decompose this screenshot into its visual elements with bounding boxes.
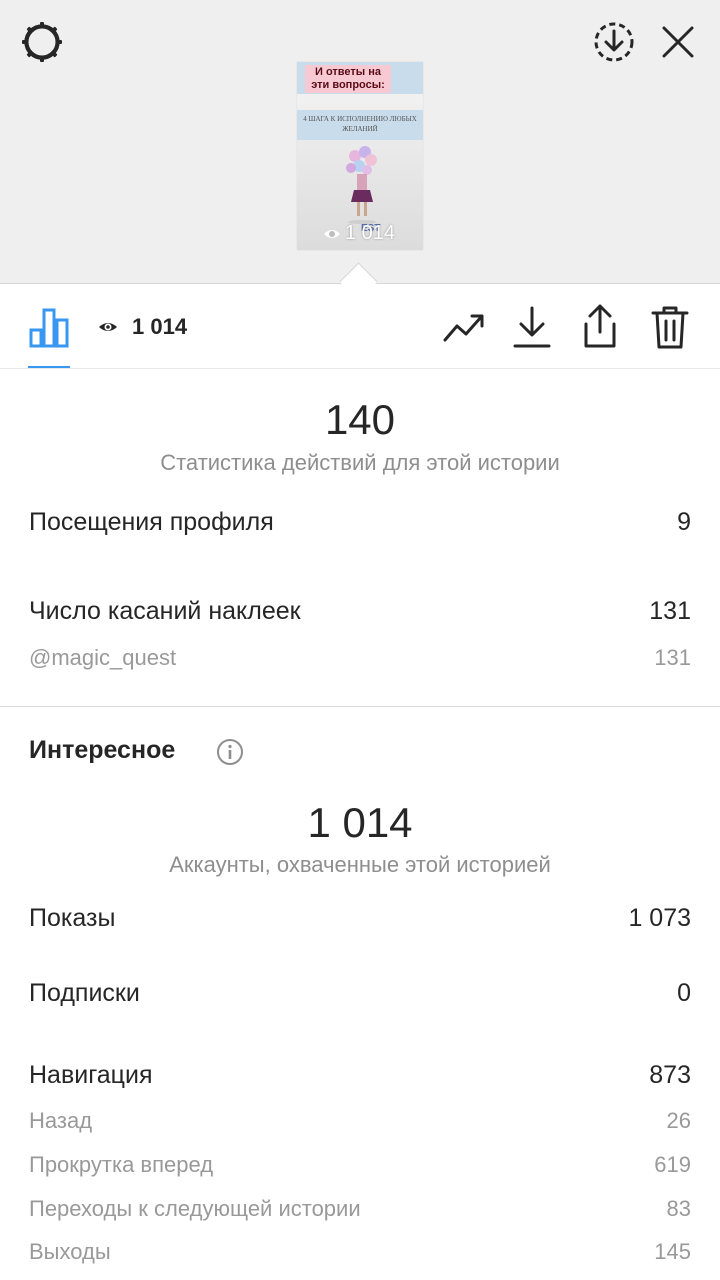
profile-visits-label: Посещения профиля bbox=[29, 508, 274, 536]
active-tab-indicator bbox=[28, 366, 70, 368]
save-download-icon[interactable] bbox=[590, 18, 638, 66]
navigation-next-story-row: Переходы к следующей истории 83 bbox=[29, 1196, 691, 1222]
navigation-next-story-label: Переходы к следующей истории bbox=[29, 1196, 361, 1221]
navigation-label: Навигация bbox=[29, 1061, 153, 1089]
navigation-forward-value: 619 bbox=[654, 1152, 691, 1177]
sticker-taps-value: 131 bbox=[649, 597, 691, 625]
reach-caption: Аккаунты, охваченные этой историей bbox=[169, 852, 551, 877]
navigation-forward-label: Прокрутка вперед bbox=[29, 1152, 214, 1177]
profile-visits-value: 9 bbox=[677, 508, 691, 536]
sticker-mention-value: 131 bbox=[654, 645, 691, 670]
eye-icon bbox=[324, 229, 340, 238]
share-icon[interactable] bbox=[580, 302, 620, 350]
viewers-count: 1 014 bbox=[132, 314, 188, 339]
actions-caption: Статистика действий для этой истории bbox=[160, 450, 560, 475]
info-icon[interactable] bbox=[216, 738, 244, 766]
navigation-exits-row: Выходы 145 bbox=[29, 1239, 691, 1265]
balloon-girl-illustration bbox=[346, 146, 377, 224]
close-icon[interactable] bbox=[656, 18, 700, 66]
navigation-value: 873 bbox=[649, 1061, 691, 1089]
follows-value: 0 bbox=[677, 979, 691, 1007]
download-icon[interactable] bbox=[512, 304, 552, 350]
profile-visits-row: Посещения профиля 9 bbox=[29, 508, 691, 537]
reach-total: 1 014 bbox=[307, 799, 413, 846]
story-thumbnail[interactable]: И ответы на эти вопросы: 4 ШАГА К ИСПОЛН… bbox=[297, 62, 423, 250]
sticker-taps-row: Число касаний наклеек 131 bbox=[29, 597, 691, 626]
impressions-label: Показы bbox=[29, 904, 116, 932]
navigation-back-label: Назад bbox=[29, 1108, 93, 1133]
thumbnail-title: И ответы на эти вопросы: bbox=[305, 65, 391, 93]
delete-trash-icon[interactable] bbox=[650, 304, 690, 350]
impressions-value: 1 073 bbox=[628, 904, 691, 932]
promote-trend-icon[interactable] bbox=[442, 306, 486, 350]
sticker-mention-label: @magic_quest bbox=[29, 645, 177, 670]
follows-row: Подписки 0 bbox=[29, 979, 691, 1008]
navigation-exits-value: 145 bbox=[654, 1239, 691, 1264]
sticker-taps-label: Число касаний наклеек bbox=[29, 597, 301, 625]
settings-gear-icon[interactable] bbox=[18, 18, 66, 66]
actions-total: 140 bbox=[324, 396, 396, 443]
follows-label: Подписки bbox=[29, 979, 140, 1007]
discovery-section-title: Интересное bbox=[29, 736, 176, 764]
navigation-back-value: 26 bbox=[666, 1108, 691, 1133]
stats-bar-chart-icon[interactable] bbox=[28, 306, 70, 348]
thumbnail-views-count: 1 014 bbox=[345, 222, 396, 244]
thumbnail-views-overlay: 1 014 bbox=[323, 222, 395, 245]
section-divider bbox=[0, 706, 720, 707]
sticker-mention-row[interactable]: @magic_quest 131 bbox=[29, 645, 691, 671]
story-toolbar: 1 014 bbox=[0, 284, 720, 369]
tab-viewers[interactable]: 1 014 bbox=[98, 312, 187, 342]
eye-icon bbox=[99, 323, 117, 331]
impressions-row: Показы 1 073 bbox=[29, 904, 691, 933]
navigation-back-row: Назад 26 bbox=[29, 1108, 691, 1134]
navigation-row: Навигация 873 bbox=[29, 1061, 691, 1090]
navigation-forward-row: Прокрутка вперед 619 bbox=[29, 1152, 691, 1178]
navigation-exits-label: Выходы bbox=[29, 1239, 111, 1264]
navigation-next-story-value: 83 bbox=[666, 1196, 691, 1221]
thumbnail-subtitle: 4 ШАГА К ИСПОЛНЕНИЮ ЛЮБЫХ ЖЕЛАНИЙ bbox=[303, 115, 417, 133]
